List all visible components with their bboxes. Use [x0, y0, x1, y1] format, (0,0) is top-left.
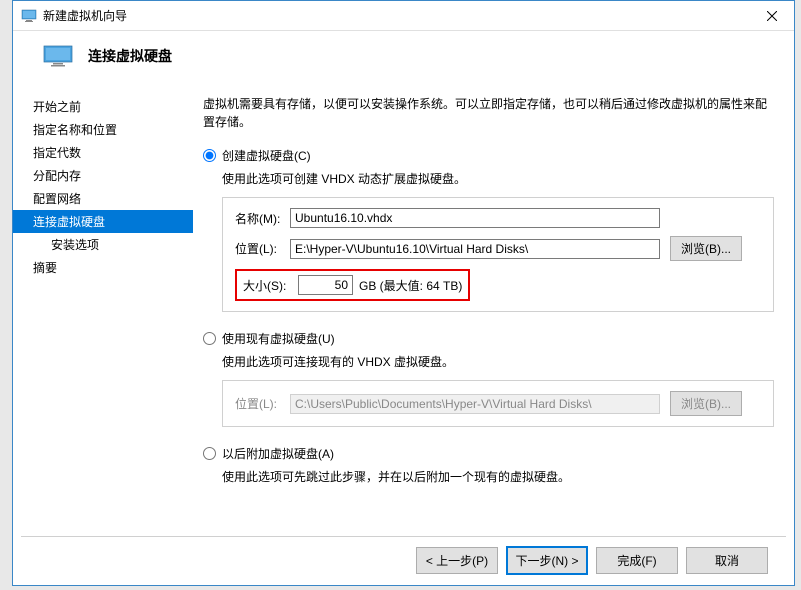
location-label: 位置(L):: [235, 240, 290, 257]
wizard-dialog: 新建虚拟机向导 连接虚拟硬盘 开始之前 指定名称和位置 指定代数 分配内存 配置…: [12, 0, 795, 586]
sidebar-item-name-location[interactable]: 指定名称和位置: [13, 118, 193, 141]
content-pane: 虚拟机需要具有存储，以便可以安装操作系统。可以立即指定存储，也可以稍后通过修改虚…: [193, 81, 794, 536]
titlebar: 新建虚拟机向导: [13, 1, 794, 31]
option3-desc: 使用此选项可先跳过此步骤，并在以后附加一个现有的虚拟硬盘。: [222, 468, 774, 485]
radio-attach-later[interactable]: [203, 447, 216, 460]
size-input[interactable]: [298, 275, 353, 295]
sidebar-item-install-options[interactable]: 安装选项: [13, 233, 193, 256]
sidebar-item-generation[interactable]: 指定代数: [13, 141, 193, 164]
existing-browse-button: 浏览(B)...: [670, 391, 742, 416]
existing-vhd-form: 位置(L): 浏览(B)...: [222, 380, 774, 427]
titlebar-text: 新建虚拟机向导: [43, 7, 749, 24]
size-highlight: 大小(S): GB (最大值: 64 TB): [235, 269, 470, 301]
option2-desc: 使用此选项可连接现有的 VHDX 虚拟硬盘。: [222, 353, 774, 370]
name-label: 名称(M):: [235, 210, 290, 227]
finish-button[interactable]: 完成(F): [596, 547, 678, 574]
size-unit: GB (最大值: 64 TB): [359, 277, 462, 294]
sidebar-item-summary[interactable]: 摘要: [13, 256, 193, 279]
header: 连接虚拟硬盘: [13, 31, 794, 81]
sidebar-item-vhd[interactable]: 连接虚拟硬盘: [13, 210, 193, 233]
header-icon: [43, 45, 73, 67]
option1-desc: 使用此选项可创建 VHDX 动态扩展虚拟硬盘。: [222, 170, 774, 187]
name-input[interactable]: [290, 208, 660, 228]
close-button[interactable]: [749, 1, 794, 31]
radio-create-vhd-label[interactable]: 创建虚拟硬盘(C): [222, 147, 311, 164]
radio-attach-later-label[interactable]: 以后附加虚拟硬盘(A): [222, 445, 334, 462]
page-title: 连接虚拟硬盘: [88, 46, 172, 66]
sidebar: 开始之前 指定名称和位置 指定代数 分配内存 配置网络 连接虚拟硬盘 安装选项 …: [13, 81, 193, 536]
radio-use-existing[interactable]: [203, 332, 216, 345]
app-icon: [21, 8, 37, 24]
existing-location-label: 位置(L):: [235, 395, 290, 412]
cancel-button[interactable]: 取消: [686, 547, 768, 574]
prev-button[interactable]: < 上一步(P): [416, 547, 498, 574]
footer: < 上一步(P) 下一步(N) > 完成(F) 取消: [21, 536, 786, 584]
create-vhd-form: 名称(M): 位置(L): 浏览(B)... 大小(S): GB (最大值: 6…: [222, 197, 774, 312]
existing-location-input: [290, 394, 660, 414]
browse-button[interactable]: 浏览(B)...: [670, 236, 742, 261]
location-input[interactable]: [290, 239, 660, 259]
sidebar-item-network[interactable]: 配置网络: [13, 187, 193, 210]
radio-create-vhd[interactable]: [203, 149, 216, 162]
radio-use-existing-label[interactable]: 使用现有虚拟硬盘(U): [222, 330, 335, 347]
sidebar-item-before-begin[interactable]: 开始之前: [13, 95, 193, 118]
intro-text: 虚拟机需要具有存储，以便可以安装操作系统。可以立即指定存储，也可以稍后通过修改虚…: [203, 95, 774, 131]
size-label: 大小(S):: [243, 277, 298, 294]
next-button[interactable]: 下一步(N) >: [506, 546, 588, 575]
sidebar-item-memory[interactable]: 分配内存: [13, 164, 193, 187]
